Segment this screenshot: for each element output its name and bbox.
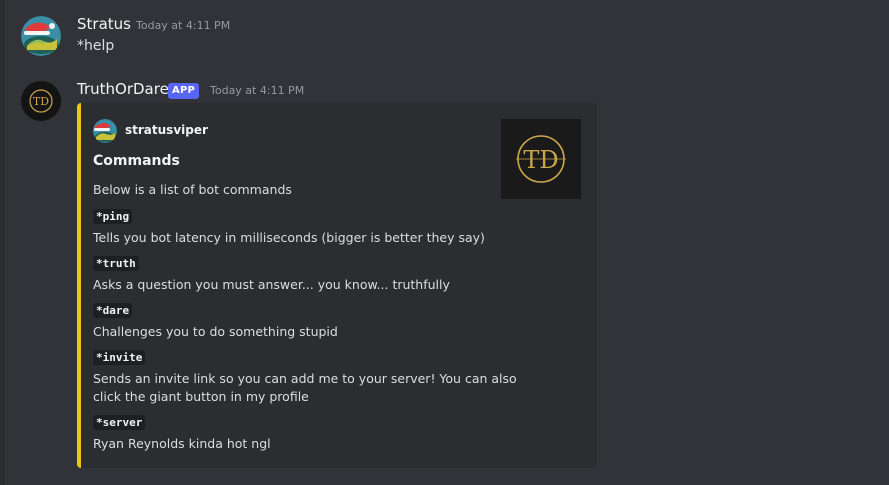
command-description-line: click the giant button in my profile [93, 389, 309, 404]
command-name: *dare [93, 303, 133, 318]
command-name: *server [93, 415, 146, 430]
command-description: Tells you bot latency in milliseconds (b… [93, 229, 485, 247]
svg-text:TD: TD [33, 95, 49, 108]
app-badge: APP [168, 83, 199, 99]
message-author[interactable]: Stratus [77, 15, 131, 33]
command-description-line: Tells you bot latency in milliseconds (b… [93, 230, 485, 245]
command-name: *truth [93, 256, 139, 271]
command-description-line: Sends an invite link so you can add me t… [93, 371, 517, 386]
command-description: Asks a question you must answer... you k… [93, 276, 450, 294]
embed-thumbnail[interactable]: TD [501, 119, 581, 199]
command-description: Sends an invite link so you can add me t… [93, 370, 517, 406]
command-description: Challenges you to do something stupid [93, 323, 338, 341]
command-description-line: Asks a question you must answer... you k… [93, 277, 450, 292]
message-timestamp: Today at 4:11 PM [136, 19, 231, 32]
command-description-line: Ryan Reynolds kinda hot ngl [93, 436, 271, 451]
commands-embed: stratusviper Commands Below is a list of… [77, 103, 597, 468]
embed-title: Commands [93, 153, 180, 169]
embed-thumbnail-monogram: TD [523, 146, 558, 174]
embed-description: Below is a list of bot commands [93, 182, 292, 197]
message-stratus: Stratus Today at 4:11 PM *help [0, 0, 889, 70]
bot-timestamp: Today at 4:11 PM [210, 84, 305, 97]
command-description: Ryan Reynolds kinda hot ngl [93, 435, 271, 453]
embed-author-name[interactable]: stratusviper [125, 123, 208, 137]
embed-author-avatar-icon [93, 119, 117, 143]
command-description-line: Challenges you to do something stupid [93, 324, 338, 339]
command-name: *invite [93, 350, 146, 365]
message-content: *help [77, 38, 115, 54]
user-avatar-icon[interactable] [21, 16, 61, 56]
bot-author[interactable]: TruthOrDare [77, 80, 169, 98]
command-name: *ping [93, 209, 133, 224]
td-logo-icon: TD [501, 119, 581, 199]
bot-avatar-icon[interactable]: TD [21, 81, 61, 121]
